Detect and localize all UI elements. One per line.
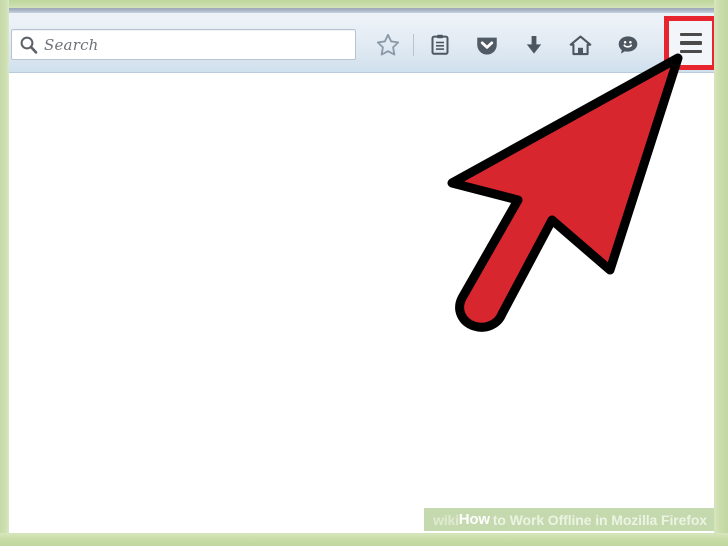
page-content-area — [9, 73, 714, 533]
home-icon[interactable] — [562, 28, 599, 62]
frame-border-left — [0, 0, 9, 546]
screenshot-root: Search wiki How to Work Offline in Mozil… — [0, 0, 728, 546]
hamburger-menu-icon[interactable] — [669, 21, 712, 65]
hamburger-bar — [679, 32, 702, 37]
watermark-wiki-text: wiki — [433, 511, 459, 528]
browser-toolbar: Search — [9, 13, 714, 73]
frame-border-right — [714, 0, 728, 546]
browser-window: Search — [9, 8, 714, 533]
search-input[interactable]: Search — [11, 29, 356, 60]
pocket-icon[interactable] — [468, 28, 505, 62]
menu-highlight-box — [664, 16, 714, 70]
search-icon — [18, 34, 40, 56]
downloads-icon[interactable] — [515, 28, 552, 62]
toolbar-separator — [413, 34, 414, 56]
watermark-how-text: How — [458, 511, 490, 528]
hamburger-bar — [679, 41, 702, 45]
hello-smiley-icon[interactable] — [609, 28, 646, 62]
toolbar-icon-row — [364, 27, 651, 63]
search-placeholder-text: Search — [44, 35, 99, 54]
frame-border-top — [0, 0, 728, 8]
bookmark-star-icon[interactable] — [369, 28, 406, 62]
reading-list-icon[interactable] — [421, 28, 458, 62]
watermark-title-text: to Work Offline in Mozilla Firefox — [492, 511, 707, 528]
wikihow-watermark: wiki How to Work Offline in Mozilla Fire… — [424, 508, 714, 531]
hamburger-bar — [679, 49, 702, 54]
frame-border-bottom — [0, 533, 728, 546]
